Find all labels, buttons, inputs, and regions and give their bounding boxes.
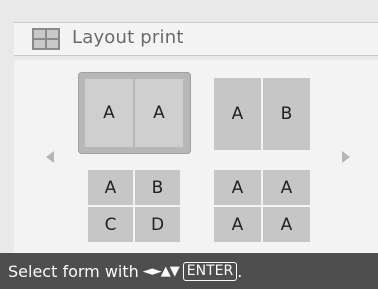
triangle-left-icon[interactable] — [46, 151, 54, 163]
layout-option-2up-same[interactable]: A A — [78, 72, 191, 154]
page-title: Layout print — [72, 27, 184, 48]
arrow-keys-icon: ◄►▲▼ — [142, 263, 180, 279]
layout-cell: A — [135, 79, 183, 147]
layout-cell: A — [85, 79, 133, 147]
layout-option-2up-different[interactable]: A B — [214, 78, 310, 150]
layout-cell: A — [263, 207, 310, 242]
layout-cell: A — [88, 170, 133, 205]
layout-cell: A — [214, 170, 261, 205]
layout-cell: C — [88, 207, 133, 242]
instruction-bar: Select form with ◄►▲▼ ENTER . — [0, 253, 378, 289]
layout-cell: B — [263, 78, 310, 150]
layout-option-4up-same[interactable]: A A A A — [214, 170, 310, 242]
title-bar: Layout print — [14, 22, 378, 56]
layout-selection-panel — [14, 60, 378, 253]
instruction-period: . — [237, 261, 243, 281]
enter-key-badge: ENTER — [182, 261, 238, 281]
layout-grid-icon — [32, 28, 60, 50]
layout-cell: B — [135, 170, 180, 205]
layout-option-4up-different[interactable]: A B C D — [88, 170, 180, 242]
layout-cell: A — [263, 170, 310, 205]
layout-cell: A — [214, 207, 261, 242]
instruction-text: Select form with — [8, 261, 139, 281]
triangle-right-icon[interactable] — [342, 151, 350, 163]
layout-cell: D — [135, 207, 180, 242]
layout-cell: A — [214, 78, 261, 150]
